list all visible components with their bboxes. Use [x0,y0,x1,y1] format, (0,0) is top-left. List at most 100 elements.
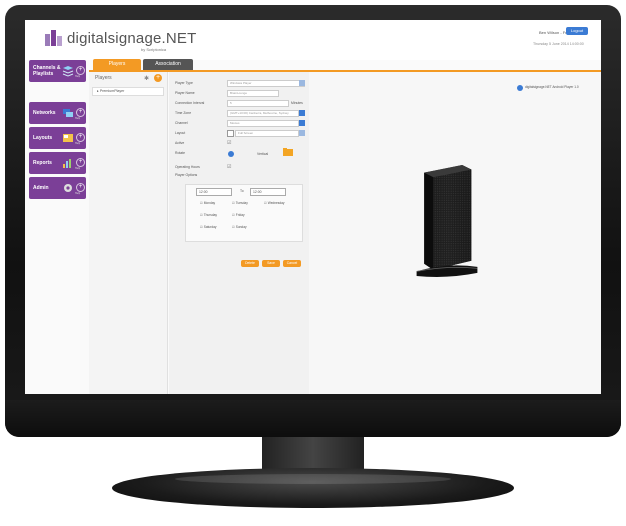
form-row-player-name: Player Name BrainLounge [175,90,305,97]
sidebar-item-reports[interactable]: Reports + Help [29,152,86,174]
day-friday[interactable]: ☑ Friday [232,213,245,217]
field-label: Channel [175,121,188,125]
media-player-device-image [416,165,478,277]
add-player-button[interactable]: + [154,74,162,82]
chevron-down-icon[interactable] [299,130,305,136]
field-label: Rotate [175,151,185,155]
form-row-time-zone: Time Zone (GMT+10:00) Canberra, Melbourn… [175,110,305,117]
day-wednesday[interactable]: ☑ Wednesday [264,201,285,205]
form-row-player-options: Player Options [175,172,305,178]
gear-icon[interactable]: ✱ [144,75,149,82]
field-label: Time Zone [175,111,192,115]
rotate-icon[interactable] [227,150,235,158]
active-checkbox[interactable]: ☑ [227,140,231,146]
sidebar-item-channels[interactable]: Channels & Playlists + Help [29,60,86,82]
sidebar: Channels & Playlists + Help Networks + H… [29,60,86,394]
add-icon[interactable]: + [76,66,85,75]
form-row-channel: Channel Movies [175,120,305,127]
app-header: digitalsignage.NET by Scriptonica Ben Wi… [25,20,601,60]
form-row-rotate: Rotate Vertical [175,148,305,160]
logo-text: digitalsignage.NET [67,30,197,47]
form-row-connection-interval: Connection Interval 5 Minutes [175,100,305,107]
gear-icon [64,184,72,192]
channel-select[interactable]: Movies [227,120,299,127]
sidebar-help[interactable]: Help [75,167,80,170]
players-title: Players [95,75,112,81]
sidebar-item-label: Admin [33,185,49,191]
info-icon [517,85,523,91]
add-icon[interactable]: + [76,108,85,117]
reports-icon [63,159,71,168]
field-label: Player Options [175,173,198,177]
from-time-select[interactable]: 12:00 [196,188,232,196]
field-label: Player Type [175,81,193,85]
sidebar-item-label: Networks [33,110,56,116]
day-thursday[interactable]: ☑ Thursday [200,213,217,217]
add-icon[interactable]: + [76,158,85,167]
form-row-player-type: Player Type Windows Player [175,80,305,87]
day-label: Wednesday [267,201,285,205]
chevron-down-icon[interactable] [299,80,305,86]
list-item[interactable]: ▸ PremiumPlayer [92,87,164,96]
sidebar-help[interactable]: Help [75,142,80,145]
players-panel: Players ✱ + ▸ PremiumPlayer [89,72,168,394]
tab-players[interactable]: Players [93,59,141,70]
layout-select[interactable]: Full Screen [235,130,299,137]
monitor-base-highlight [175,474,451,484]
sidebar-help[interactable]: Help [75,192,80,195]
sidebar-help[interactable]: Help [75,75,80,78]
day-monday[interactable]: ☑ Monday [200,201,215,205]
day-label: Friday [235,213,245,217]
player-name: PremiumPlayer [99,89,125,93]
add-icon[interactable]: + [76,133,85,142]
date-text: Thursday 5 June 2014 14:00:00 [533,42,584,46]
player-name-input[interactable]: BrainLounge [227,90,279,97]
sidebar-item-networks[interactable]: Networks + Help [29,102,86,124]
tab-association[interactable]: Association [143,59,193,70]
to-label: To [240,189,244,193]
form-row-layout: Layout Full Screen [175,130,305,137]
operating-hours-checkbox[interactable]: ☑ [227,164,231,170]
rotate-value: Vertical [257,152,269,156]
day-label: Tuesday [235,201,248,205]
field-label: Layout [175,131,186,135]
day-saturday[interactable]: ☑ Saturday [200,225,217,229]
sidebar-item-label: Layouts [33,135,53,141]
delete-button[interactable]: Delete [241,260,259,267]
connection-interval-input[interactable]: 5 [227,100,289,107]
folder-icon[interactable] [283,148,293,156]
day-tuesday[interactable]: ☑ Tuesday [232,201,248,205]
form-row-operating-hours: Operating Hours ☑ [175,164,305,170]
schedule-box: 12:00 To 12:00 ☑ Monday ☑ Tuesday ☑ Wedn… [185,184,303,242]
layout-icon [63,134,73,142]
chevron-down-icon[interactable] [299,120,305,126]
cancel-button[interactable]: Cancel [283,260,301,267]
channels-icon [62,66,74,77]
sidebar-help[interactable]: Help [75,117,80,120]
day-label: Saturday [203,225,217,229]
field-label: Operating Hours [175,165,200,169]
screen: digitalsignage.NET by Scriptonica Ben Wi… [25,20,601,394]
sidebar-item-label: Channels & Playlists [33,65,61,77]
field-label: Player Name [175,91,195,95]
layout-checkbox[interactable] [227,130,234,137]
network-icon [63,109,73,117]
time-zone-select[interactable]: (GMT+10:00) Canberra, Melbourne, Sydney [227,110,299,117]
player-form: Player Type Windows Player Player Name B… [169,72,309,394]
player-type-select[interactable]: Windows Player [227,80,305,87]
chevron-down-icon[interactable] [299,110,305,116]
sidebar-item-layouts[interactable]: Layouts + Help [29,127,86,149]
day-sunday[interactable]: ☑ Sunday [232,225,247,229]
form-row-active: Active ☑ [175,140,305,146]
sidebar-item-label: Reports [33,160,52,166]
add-icon[interactable]: + [76,183,85,192]
save-button[interactable]: Save [262,260,280,267]
logout-button[interactable]: Logout [566,27,588,35]
logo-icon [45,30,62,46]
interval-unit: Minutes [291,101,303,105]
day-label: Monday [203,201,216,205]
sidebar-item-admin[interactable]: Admin + Help [29,177,86,199]
monitor-chin [5,400,621,437]
to-time-select[interactable]: 12:00 [250,188,286,196]
field-label: Active [175,141,185,145]
